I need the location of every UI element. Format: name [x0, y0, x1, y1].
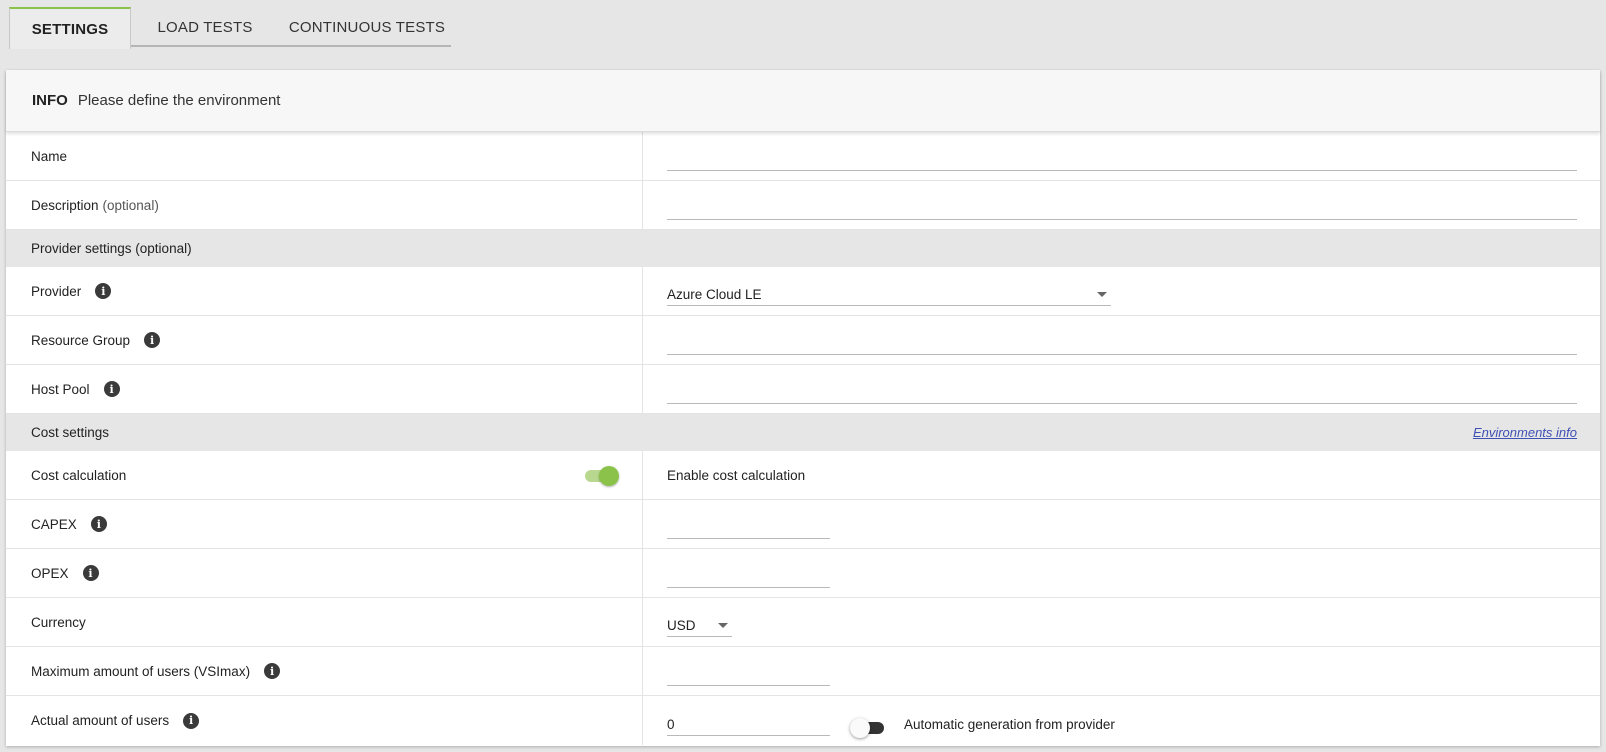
provider-label: Provider i	[6, 267, 643, 315]
optional-hint: (optional)	[102, 197, 159, 213]
actual-users-input[interactable]	[667, 714, 830, 736]
automatic-generation-toggle[interactable]	[850, 718, 884, 738]
cost-calculation-label: Cost calculation	[6, 451, 643, 499]
opex-input[interactable]	[667, 566, 830, 588]
provider-row: Provider i Azure Cloud LE	[6, 267, 1600, 316]
chevron-down-icon	[718, 623, 728, 628]
info-icon[interactable]: i	[95, 283, 112, 299]
currency-selected-value: USD	[667, 618, 696, 633]
provider-selected-value: Azure Cloud LE	[667, 287, 762, 302]
tab-settings[interactable]: SETTINGS	[9, 7, 131, 49]
opex-row: OPEX i	[6, 549, 1600, 598]
settings-card: INFO Please define the environment Name …	[6, 70, 1600, 746]
cost-settings-section: Cost settings Environments info	[6, 414, 1600, 451]
name-label: Name	[6, 132, 643, 180]
actual-users-row: Actual amount of users i Automatic gener…	[6, 696, 1600, 745]
capex-row: CAPEX i	[6, 500, 1600, 549]
provider-section-title: Provider settings (optional)	[31, 241, 192, 256]
resource-group-label: Resource Group i	[6, 316, 643, 364]
capex-input[interactable]	[667, 517, 830, 539]
vsimax-row: Maximum amount of users (VSImax) i	[6, 647, 1600, 696]
info-icon[interactable]: i	[82, 565, 99, 581]
resource-group-row: Resource Group i	[6, 316, 1600, 365]
description-input[interactable]	[667, 198, 1577, 220]
tab-load-tests[interactable]: LOAD TESTS	[145, 7, 265, 47]
currency-select[interactable]: USD	[667, 615, 732, 637]
enable-cost-calculation-label: Enable cost calculation	[667, 467, 806, 483]
environments-info-link[interactable]: Environments info	[1473, 425, 1577, 440]
description-row: Description (optional)	[6, 181, 1600, 230]
cost-calculation-row: Cost calculation Enable cost calculation	[6, 451, 1600, 500]
provider-select[interactable]: Azure Cloud LE	[667, 284, 1111, 306]
vsimax-label: Maximum amount of users (VSImax) i	[6, 647, 643, 695]
name-input[interactable]	[667, 149, 1577, 171]
automatic-generation-label: Automatic generation from provider	[904, 717, 1115, 732]
currency-label: Currency	[6, 598, 643, 646]
host-pool-input[interactable]	[667, 382, 1577, 404]
description-label: Description (optional)	[6, 181, 643, 229]
chevron-down-icon	[1097, 292, 1107, 297]
info-icon[interactable]: i	[183, 712, 200, 729]
info-icon[interactable]: i	[264, 663, 281, 679]
opex-label: OPEX i	[6, 549, 643, 597]
info-header: INFO Please define the environment	[6, 70, 1600, 132]
cost-calculation-toggle[interactable]	[585, 466, 619, 486]
host-pool-row: Host Pool i	[6, 365, 1600, 414]
info-icon[interactable]: i	[103, 381, 120, 397]
tab-bar: SETTINGS LOAD TESTS CONTINUOUS TESTS	[9, 7, 452, 49]
info-icon[interactable]: i	[90, 516, 107, 532]
info-subtitle: Please define the environment	[77, 92, 281, 109]
currency-row: Currency USD	[6, 598, 1600, 647]
actual-users-label: Actual amount of users i	[6, 696, 643, 745]
host-pool-label: Host Pool i	[6, 365, 643, 413]
info-title: INFO	[32, 92, 68, 109]
vsimax-input[interactable]	[667, 664, 830, 686]
tab-continuous-tests[interactable]: CONTINUOUS TESTS	[282, 7, 452, 47]
info-icon[interactable]: i	[144, 332, 161, 348]
resource-group-input[interactable]	[667, 333, 1577, 355]
capex-label: CAPEX i	[6, 500, 643, 548]
provider-settings-section: Provider settings (optional)	[6, 230, 1600, 267]
cost-section-title: Cost settings	[31, 425, 110, 440]
name-row: Name	[6, 132, 1600, 181]
